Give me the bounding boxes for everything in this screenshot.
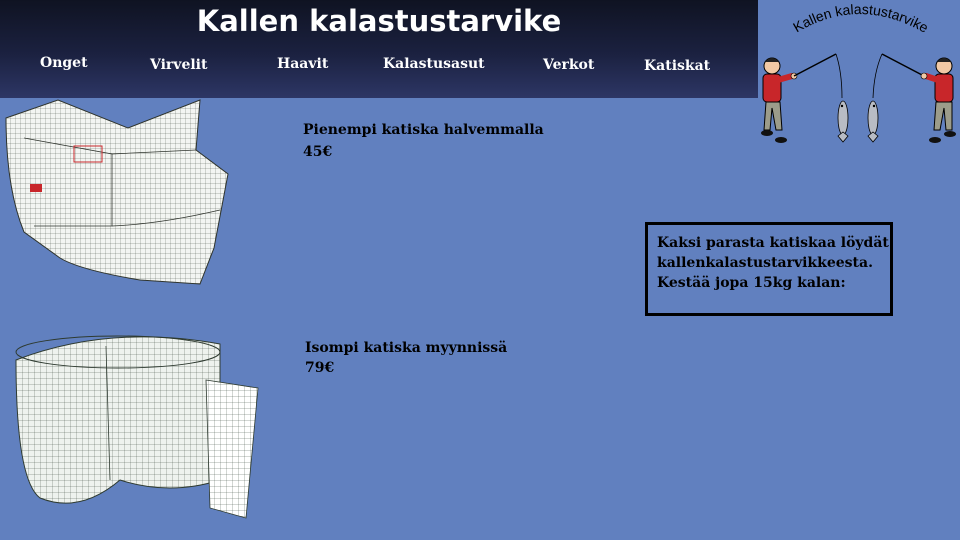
site-title: Kallen kalastustarvike [196,4,562,38]
fish-icon [867,100,879,143]
product-price: 45€ [303,144,333,160]
nav-haavit[interactable]: Haavit [277,56,328,72]
logo[interactable]: Kallen kalastustarvike [758,0,960,160]
info-box: Kaksi parasta katiskaa löydät kallenkala… [645,222,893,316]
fishermen-logo-icon: Kallen kalastustarvike [761,1,956,143]
info-line: kallenkalastustarvikkeesta. [657,255,873,271]
small-trap-image [0,98,232,288]
nav-kalastusasut[interactable]: Kalastusasut [383,56,485,72]
nav-katiskat[interactable]: Katiskat [644,58,710,74]
logo-text: Kallen kalastustarvike [790,1,931,36]
header-bar: Kallen kalastustarvike Onget Virvelit Ha… [0,0,758,98]
nav-verkot[interactable]: Verkot [543,57,594,73]
info-line: Kestää jopa 15kg kalan: [657,275,846,291]
product-title: Pienempi katiska halvemmalla [303,122,544,138]
product-price: 79€ [305,360,335,376]
info-line: Kaksi parasta katiskaa löydät [657,235,889,251]
nav-virvelit[interactable]: Virvelit [150,57,207,73]
large-trap-image [10,330,264,522]
fish-icon [837,100,849,143]
nav-onget[interactable]: Onget [40,55,88,71]
svg-text:Kallen kalastustarvike: Kallen kalastustarvike [790,1,931,36]
product-title: Isompi katiska myynnissä [305,340,508,356]
left-fisherman-icon [761,53,843,143]
right-fisherman-icon [872,53,956,143]
